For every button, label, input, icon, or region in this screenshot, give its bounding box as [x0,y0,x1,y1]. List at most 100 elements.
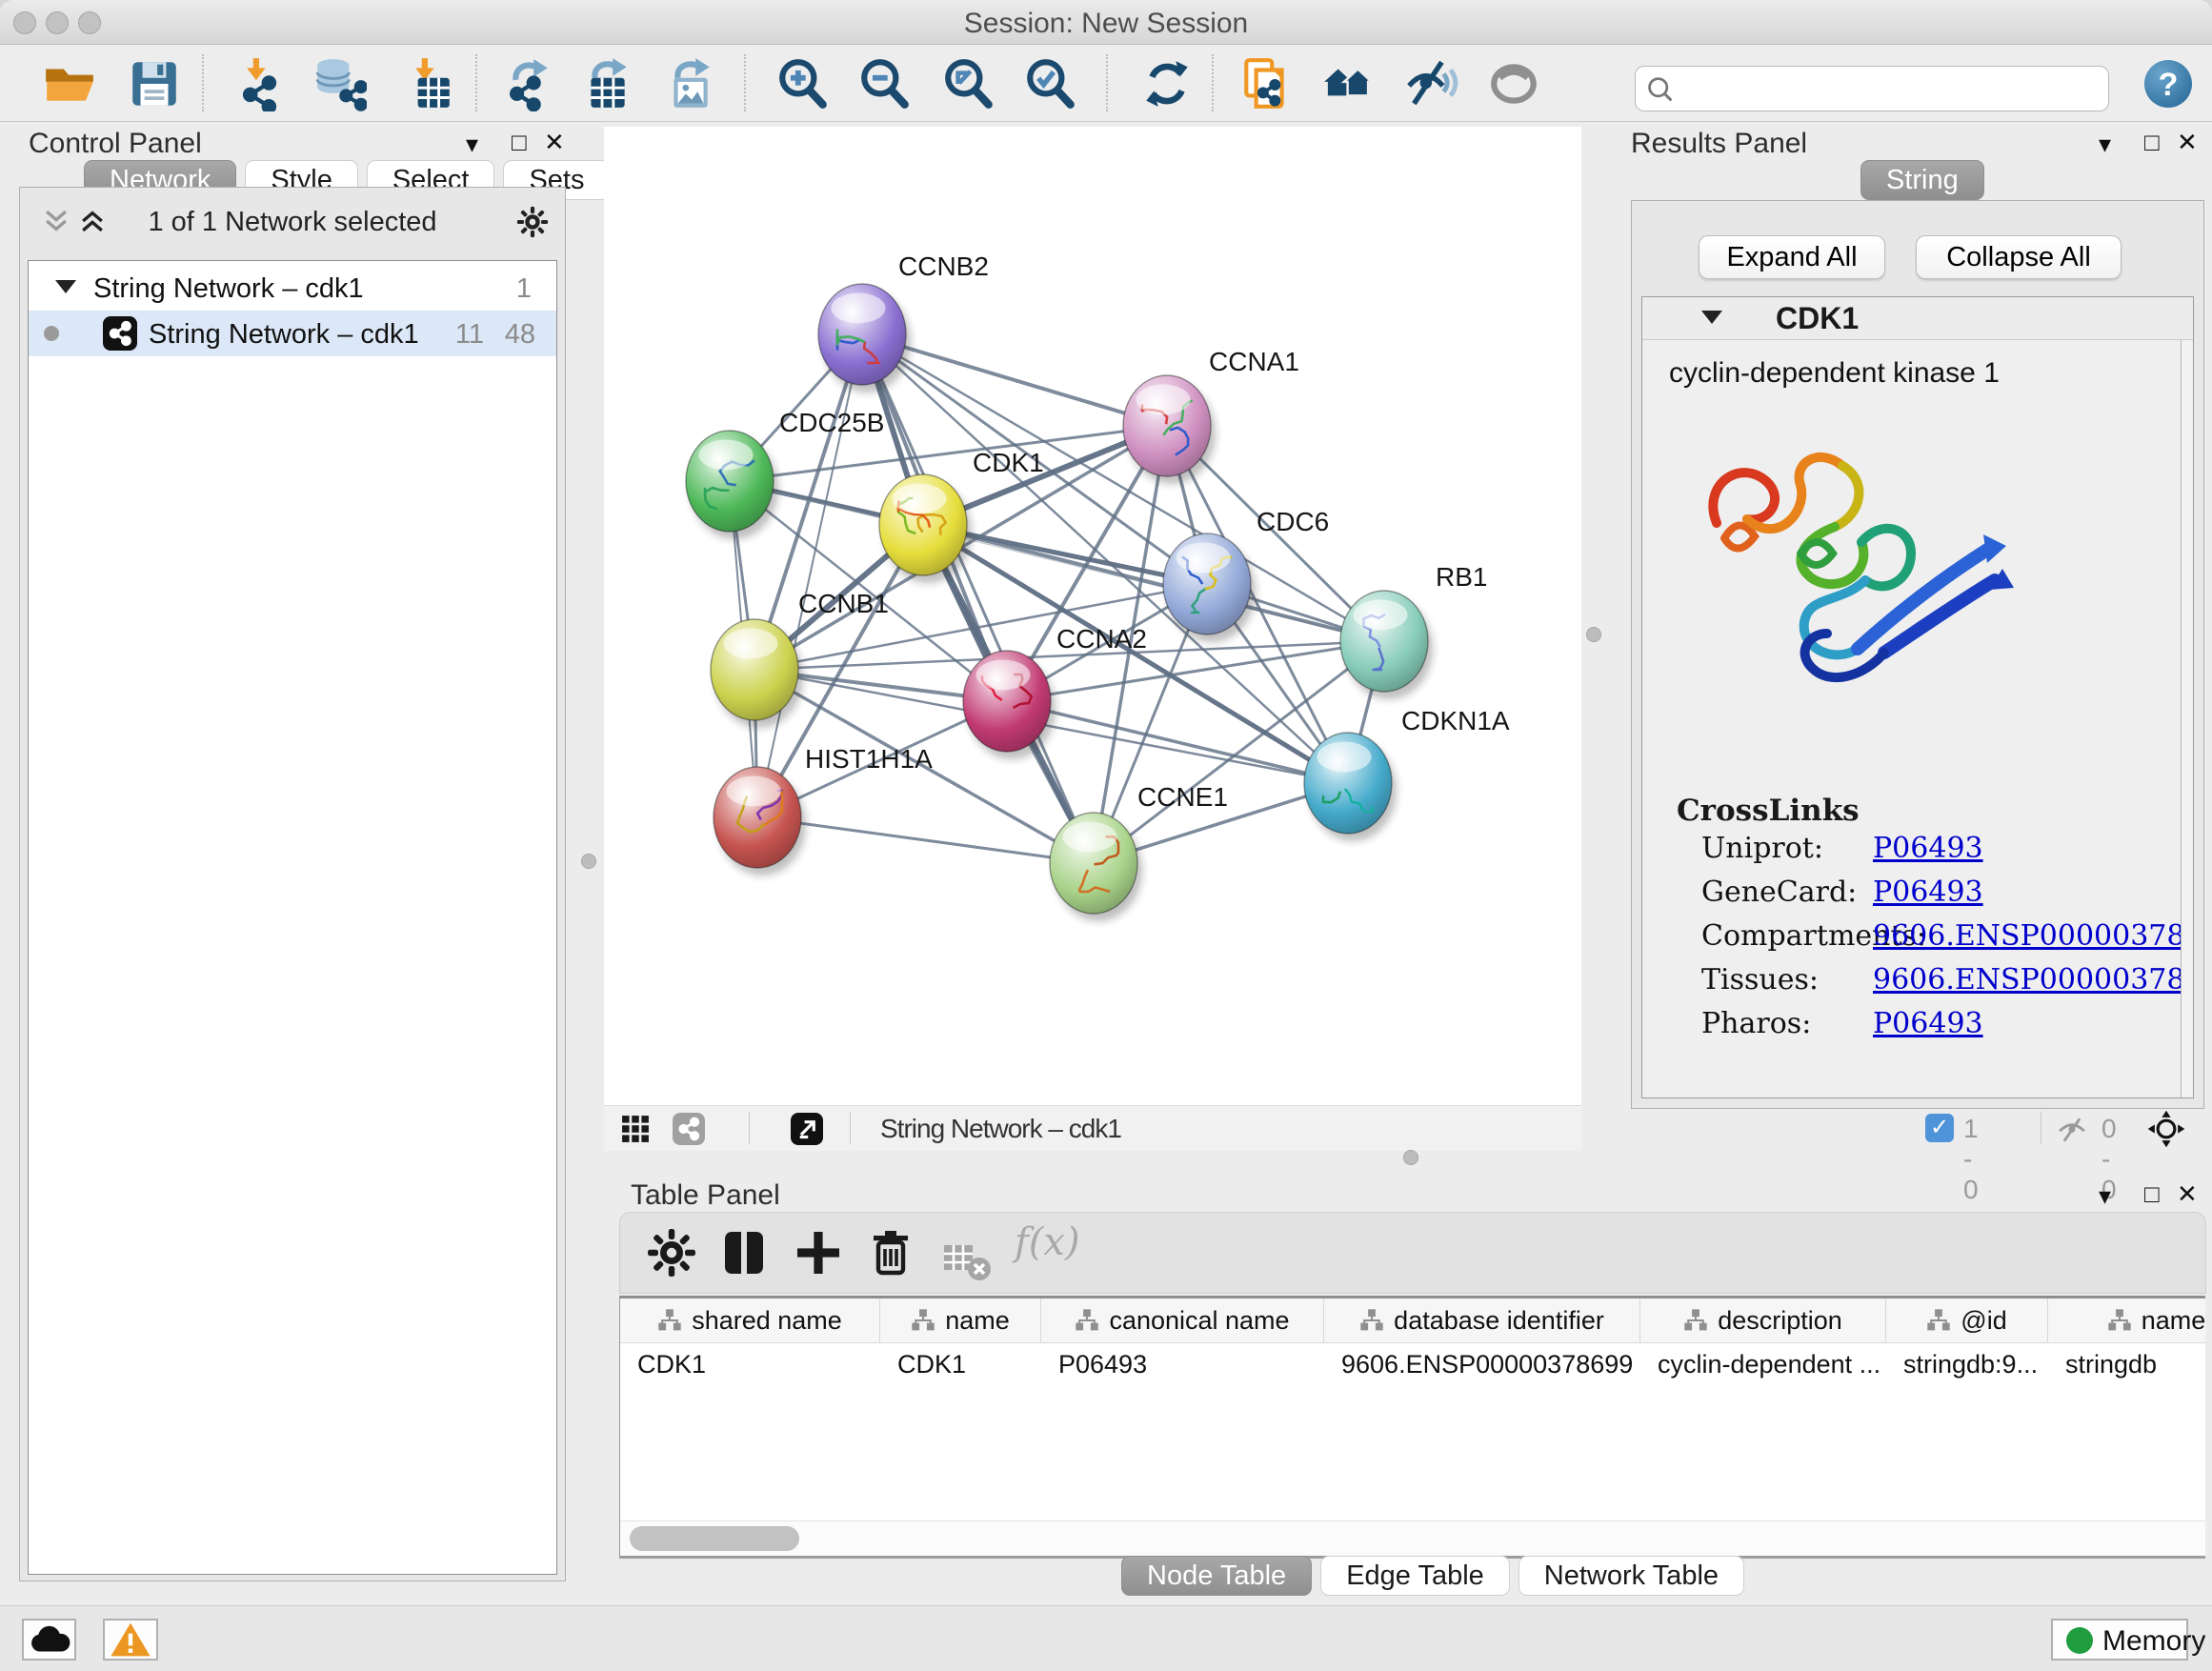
export-network-button[interactable] [500,56,555,111]
node-label: CCNA1 [1209,347,1299,376]
table-cell[interactable]: CDK1 [880,1343,1041,1385]
apply-layout-button[interactable] [1139,56,1195,111]
show-all-button[interactable] [1486,56,1541,111]
hidden-eye-icon[interactable] [2056,1117,2088,1143]
node-section-header[interactable]: CDK1 [1642,297,2193,340]
table-cell[interactable]: CDK1 [620,1343,880,1385]
node-rb1[interactable]: RB1 [1340,562,1487,699]
results-panel-float-menu-icon[interactable]: ▾ [2099,130,2111,158]
node-ccna1[interactable]: CCNA1 [1123,347,1299,484]
collapse-all-button[interactable]: Collapse All [1916,235,2122,279]
table-panel-float-icon[interactable]: □ [2144,1179,2160,1208]
network-collection-row[interactable]: String Network – cdk1 1 [29,265,556,311]
column-header-@id[interactable]: @id [1886,1299,2048,1342]
grid-view-icon[interactable] [621,1115,650,1143]
table-cell[interactable]: P06493 [1041,1343,1324,1385]
column-header-namespace[interactable]: namespace [2048,1299,2205,1342]
export-table-button[interactable] [579,56,634,111]
warnings-button[interactable] [103,1619,158,1661]
search-input[interactable] [1681,70,2095,105]
crosslink-link[interactable]: P06493 [1873,832,1983,865]
memory-button[interactable]: Memory [2051,1619,2188,1661]
left-splitter-handle[interactable] [581,854,596,869]
show-columns-icon[interactable] [717,1226,771,1279]
table-row[interactable]: CDK1CDK1P064939606.ENSP00000378699cyclin… [620,1343,2205,1385]
open-session-button[interactable] [42,56,97,111]
hide-selected-button[interactable] [1403,56,1458,111]
network-options-gear-icon[interactable] [515,205,550,239]
table-cell[interactable]: 9606.ENSP00000378699 [1324,1343,1640,1385]
first-neighbors-button[interactable] [1320,56,1376,111]
column-header-shared-name[interactable]: shared name [620,1299,880,1342]
node-gloss [1062,822,1116,853]
tab-network-table[interactable]: Network Table [1518,1556,1744,1596]
expand-all-button[interactable]: Expand All [1699,235,1885,279]
table-panel-close-icon[interactable]: ✕ [2177,1179,2198,1208]
table-header-row: shared name namecanonical namedatabase id… [620,1299,2205,1343]
collection-expander-icon[interactable] [55,280,76,293]
import-table-button[interactable] [400,56,455,111]
zoom-selected-button[interactable] [1023,56,1078,111]
hscroll-thumb[interactable] [630,1526,799,1551]
delete-column-icon[interactable] [864,1226,917,1279]
node-label: HIST1H1A [805,744,933,774]
column-header-name[interactable]: name [880,1299,1041,1342]
control-panel-close-icon[interactable]: ✕ [544,128,565,156]
detach-view-icon[interactable] [791,1113,823,1145]
selected-checkbox-icon[interactable]: ✓ [1925,1114,1954,1142]
automation-cloud-button[interactable] [22,1619,76,1661]
tab-edge-table[interactable]: Edge Table [1320,1556,1510,1596]
tab-node-table[interactable]: Node Table [1121,1556,1312,1596]
import-network-file-button[interactable] [231,56,287,111]
results-scrollbar[interactable] [2181,340,2193,1097]
import-network-database-button[interactable] [312,56,367,111]
right-splitter-handle[interactable] [1586,627,1601,642]
table-options-gear-icon[interactable] [645,1226,698,1279]
selected-counter: 1 - 0 [1963,1114,1979,1205]
crosslink-link[interactable]: P06493 [1873,1007,1983,1040]
table-hscrollbar[interactable] [620,1520,2205,1556]
bottom-splitter-handle[interactable] [1403,1150,1418,1165]
string-view-icon[interactable] [673,1113,705,1145]
column-header-label: shared name [692,1306,842,1336]
node-ccnb1[interactable]: CCNB1 [711,589,889,728]
crosslink-link[interactable]: 9606.ENSP00000378699 [1873,963,2182,997]
zoom-fit-button[interactable] [941,56,996,111]
crosslink-row: Tissues:9606.ENSP00000378699 [1642,963,2182,1007]
control-panel-float-icon[interactable]: □ [512,128,527,156]
help-button[interactable]: ? [2142,57,2197,112]
network-row-selected[interactable]: String Network – cdk1 11 48 [29,311,556,356]
zoom-in-button[interactable] [775,56,831,111]
network-current-dot [44,326,59,341]
table-cell[interactable]: stringdb [2048,1343,2205,1385]
save-session-button[interactable] [127,56,182,111]
column-header-canonical-name[interactable]: canonical name [1041,1299,1324,1342]
edge[interactable] [757,817,1094,863]
node-label: RB1 [1436,562,1487,592]
node-ccne1[interactable]: CCNE1 [1050,782,1228,921]
results-panel-float-icon[interactable]: □ [2144,128,2160,156]
edge[interactable] [862,334,1094,863]
table-cell[interactable]: stringdb:9... [1886,1343,2048,1385]
node-hist1h1a[interactable]: HIST1H1A [714,744,933,876]
node-cdkn1a[interactable]: CDKN1A [1304,706,1510,841]
birdseye-nav-icon[interactable] [2147,1110,2185,1148]
export-image-button[interactable] [662,56,717,111]
create-column-icon[interactable] [792,1226,845,1279]
table-panel-float-menu-icon[interactable]: ▾ [2099,1181,2111,1210]
node-gloss [1317,742,1371,773]
node-label: CCNB1 [798,589,889,618]
tab-string[interactable]: String [1860,160,1984,200]
table-cell[interactable]: cyclin-dependent ... [1640,1343,1886,1385]
crosslink-link[interactable]: 9606.ENSP00000378699 [1873,919,2182,953]
column-header-database-identifier[interactable]: database identifier [1324,1299,1640,1342]
new-network-from-selection-button[interactable] [1238,56,1294,111]
column-header-description[interactable]: description [1640,1299,1886,1342]
section-expander-icon[interactable] [1701,311,1722,324]
results-panel-close-icon[interactable]: ✕ [2177,128,2198,156]
control-panel-float-menu-icon[interactable]: ▾ [466,130,478,158]
crosslink-link[interactable]: P06493 [1873,876,1983,909]
edge[interactable] [1007,701,1348,783]
network-canvas[interactable]: CCNB2CCNA1CDC25BCDK1CDC6RB1CCNB1CCNA2CDK… [604,127,1581,1105]
zoom-out-button[interactable] [857,56,913,111]
